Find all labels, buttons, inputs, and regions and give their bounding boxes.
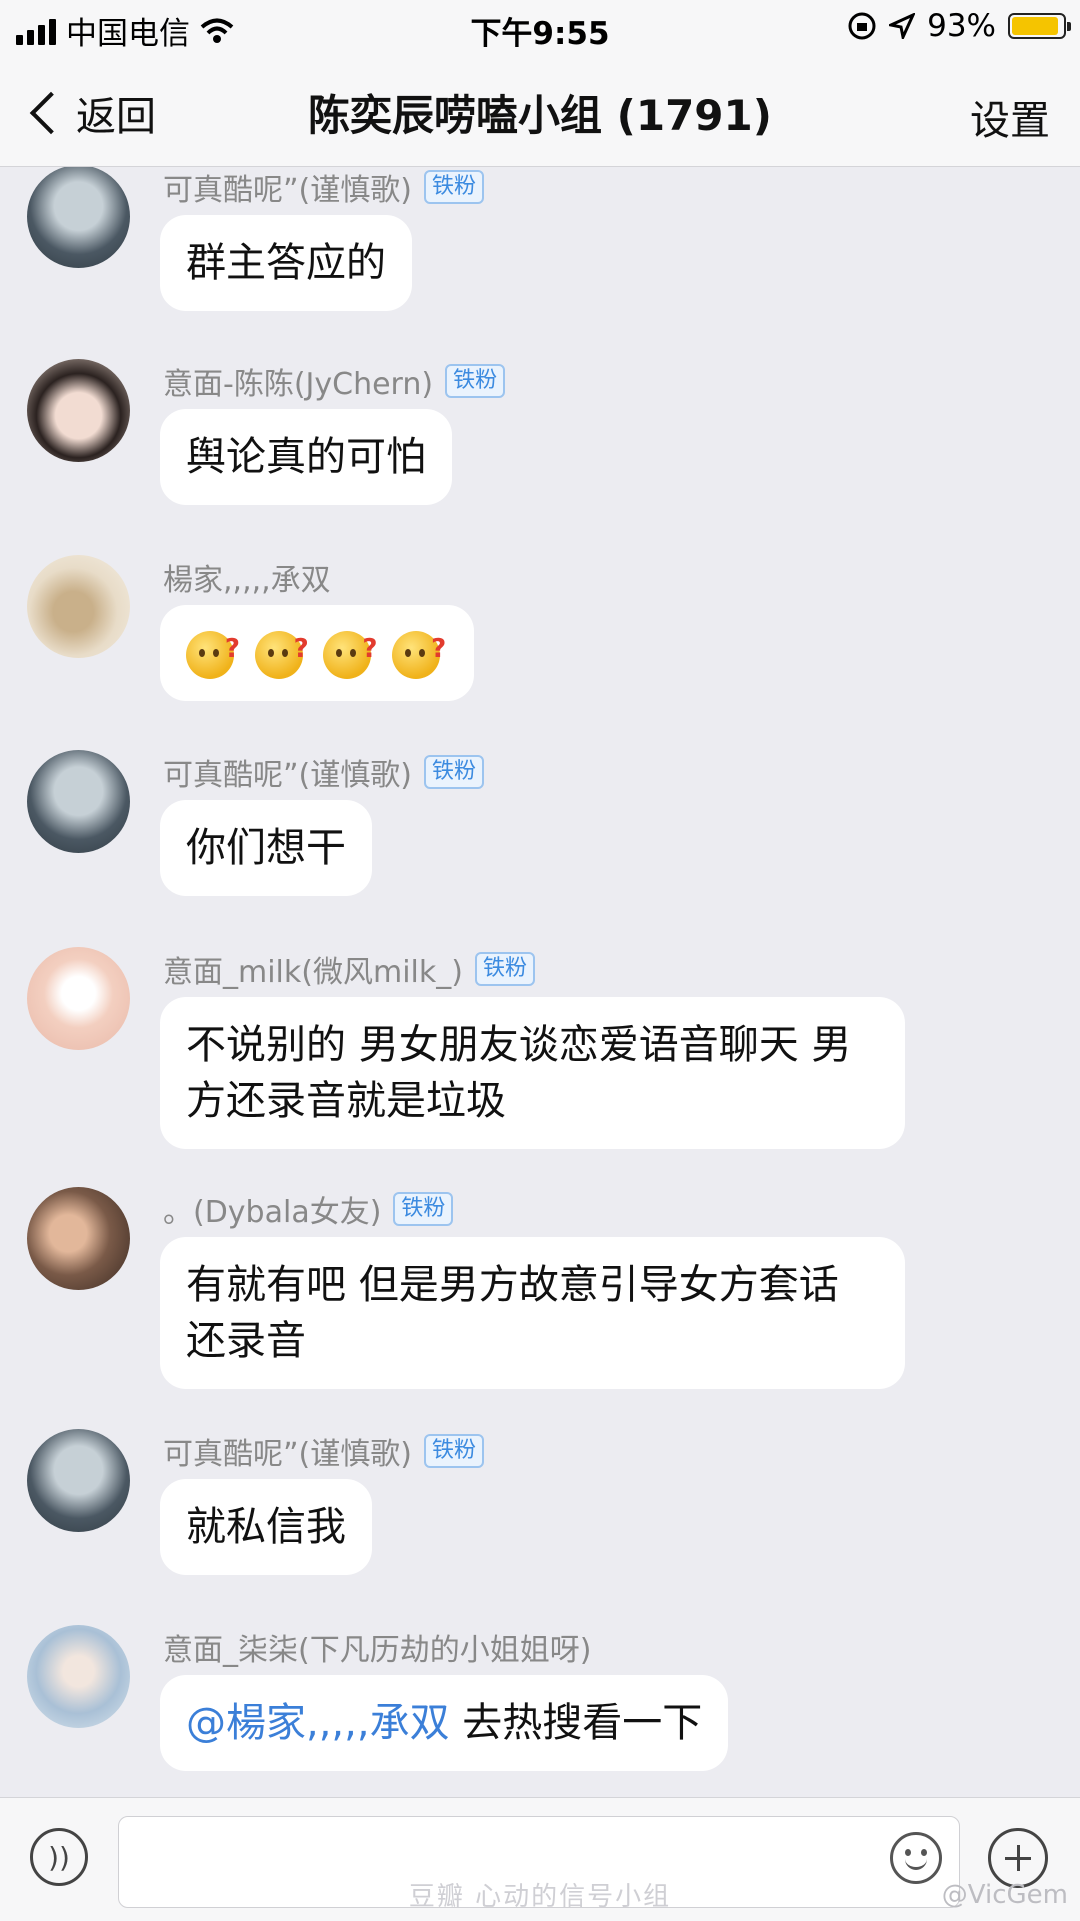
settings-button[interactable]: 设置 <box>970 88 1050 146</box>
message-meta: 意面_柒柒(下凡历劫的小姐姐呀) <box>163 1625 591 1669</box>
message-meta: 意面-陈陈(JyChern) 铁粉 <box>163 359 506 403</box>
sender-name: 。(Dybala女友) <box>163 1195 382 1230</box>
message-bubble[interactable]: 有就有吧 但是男方故意引导女方套话 还录音 <box>160 1237 905 1389</box>
message-text: 你们想干 <box>186 825 346 871</box>
message-meta: 意面_milk(微风milk_) 铁粉 <box>163 947 535 991</box>
message-bubble[interactable]: 你们想干 <box>160 800 372 896</box>
nav-bar: 返回 陈奕辰唠嗑小组 (1791) 设置 <box>0 56 1080 167</box>
fan-badge: 铁粉 <box>445 364 506 398</box>
message-text: 舆论真的可怕 <box>186 434 426 480</box>
message-bubble[interactable]: 就私信我 <box>160 1479 372 1575</box>
message-text: 就私信我 <box>186 1504 346 1550</box>
battery-icon <box>1008 13 1071 39</box>
message-bubble[interactable] <box>160 605 475 701</box>
battery-level <box>1012 17 1059 35</box>
fan-badge: 铁粉 <box>474 952 535 986</box>
page-title: 陈奕辰唠嗑小组 (1791) <box>308 91 772 140</box>
sender-name: 可真酷呢”(谨慎歌) <box>163 173 412 208</box>
battery-percent: 93% <box>927 8 996 44</box>
avatar[interactable] <box>27 167 130 268</box>
watermark: 豆瓣 心动的信号小组 <box>408 1882 672 1912</box>
avatar[interactable] <box>27 555 130 658</box>
sender-name: 意面_柒柒(下凡历劫的小姐姐呀) <box>163 1633 592 1668</box>
message-text-line: 不说别的 男女朋友谈恋爱语音聊天 男 <box>186 1022 852 1068</box>
avatar[interactable] <box>27 359 130 462</box>
avatar[interactable] <box>27 947 130 1050</box>
message-bubble[interactable]: @楊家,,,,,承双 去热搜看一下 <box>160 1675 729 1771</box>
avatar[interactable] <box>27 750 130 853</box>
confused-face-icon <box>392 621 446 679</box>
input-bar: )) 豆瓣 心动的信号小组 @VicGem <box>0 1797 1080 1921</box>
message-text: 去热搜看一下 <box>449 1700 703 1746</box>
status-right: 93% <box>847 8 1071 44</box>
avatar[interactable] <box>27 1625 130 1728</box>
status-bar: 中国电信 下午9:55 93% <box>0 0 1080 56</box>
message-bubble[interactable]: 群主答应的 <box>160 215 412 311</box>
message-meta: 可真酷呢”(谨慎歌) 铁粉 <box>163 167 484 209</box>
message-text-line: 有就有吧 但是男方故意引导女方套话 <box>186 1262 839 1308</box>
sender-name: 可真酷呢”(谨慎歌) <box>163 1437 412 1472</box>
fan-badge: 铁粉 <box>423 1434 484 1468</box>
fan-badge: 铁粉 <box>423 755 484 789</box>
avatar[interactable] <box>27 1429 130 1532</box>
location-icon <box>889 13 916 39</box>
sender-name: 意面-陈陈(JyChern) <box>163 367 434 402</box>
message-meta: 。(Dybala女友) 铁粉 <box>163 1187 454 1231</box>
message-meta: 可真酷呢”(谨慎歌) 铁粉 <box>163 750 484 794</box>
rotation-lock-icon <box>848 12 876 40</box>
confused-face-icon <box>254 621 309 679</box>
sender-name: 楊家,,,,,承双 <box>163 563 331 598</box>
message-bubble[interactable]: 舆论真的可怕 <box>160 409 452 505</box>
sender-name: 可真酷呢”(谨慎歌) <box>163 758 412 793</box>
confused-face-icon <box>323 621 377 679</box>
confused-face-icon <box>186 621 240 679</box>
message-text-line: 还录音 <box>186 1318 306 1364</box>
mention-link[interactable]: @楊家,,,,,承双 <box>186 1700 450 1746</box>
message-bubble[interactable]: 不说别的 男女朋友谈恋爱语音聊天 男 方还录音就是垃圾 <box>160 997 905 1149</box>
message-meta: 楊家,,,,,承双 <box>163 555 331 599</box>
message-list[interactable]: 可真酷呢”(谨慎歌) 铁粉 群主答应的 意面-陈陈(JyChern) 铁粉 舆论… <box>0 167 1080 1797</box>
voice-icon: )) <box>48 1840 70 1874</box>
fan-badge: 铁粉 <box>423 170 484 204</box>
avatar[interactable] <box>27 1187 130 1290</box>
sender-name: 意面_milk(微风milk_) <box>163 955 463 990</box>
fan-badge: 铁粉 <box>393 1192 454 1226</box>
message-text: 群主答应的 <box>186 240 386 286</box>
message-meta: 可真酷呢”(谨慎歌) 铁粉 <box>163 1429 484 1473</box>
watermark-handle: @VicGem <box>941 1880 1068 1910</box>
message-text-line: 方还录音就是垃圾 <box>186 1078 506 1124</box>
